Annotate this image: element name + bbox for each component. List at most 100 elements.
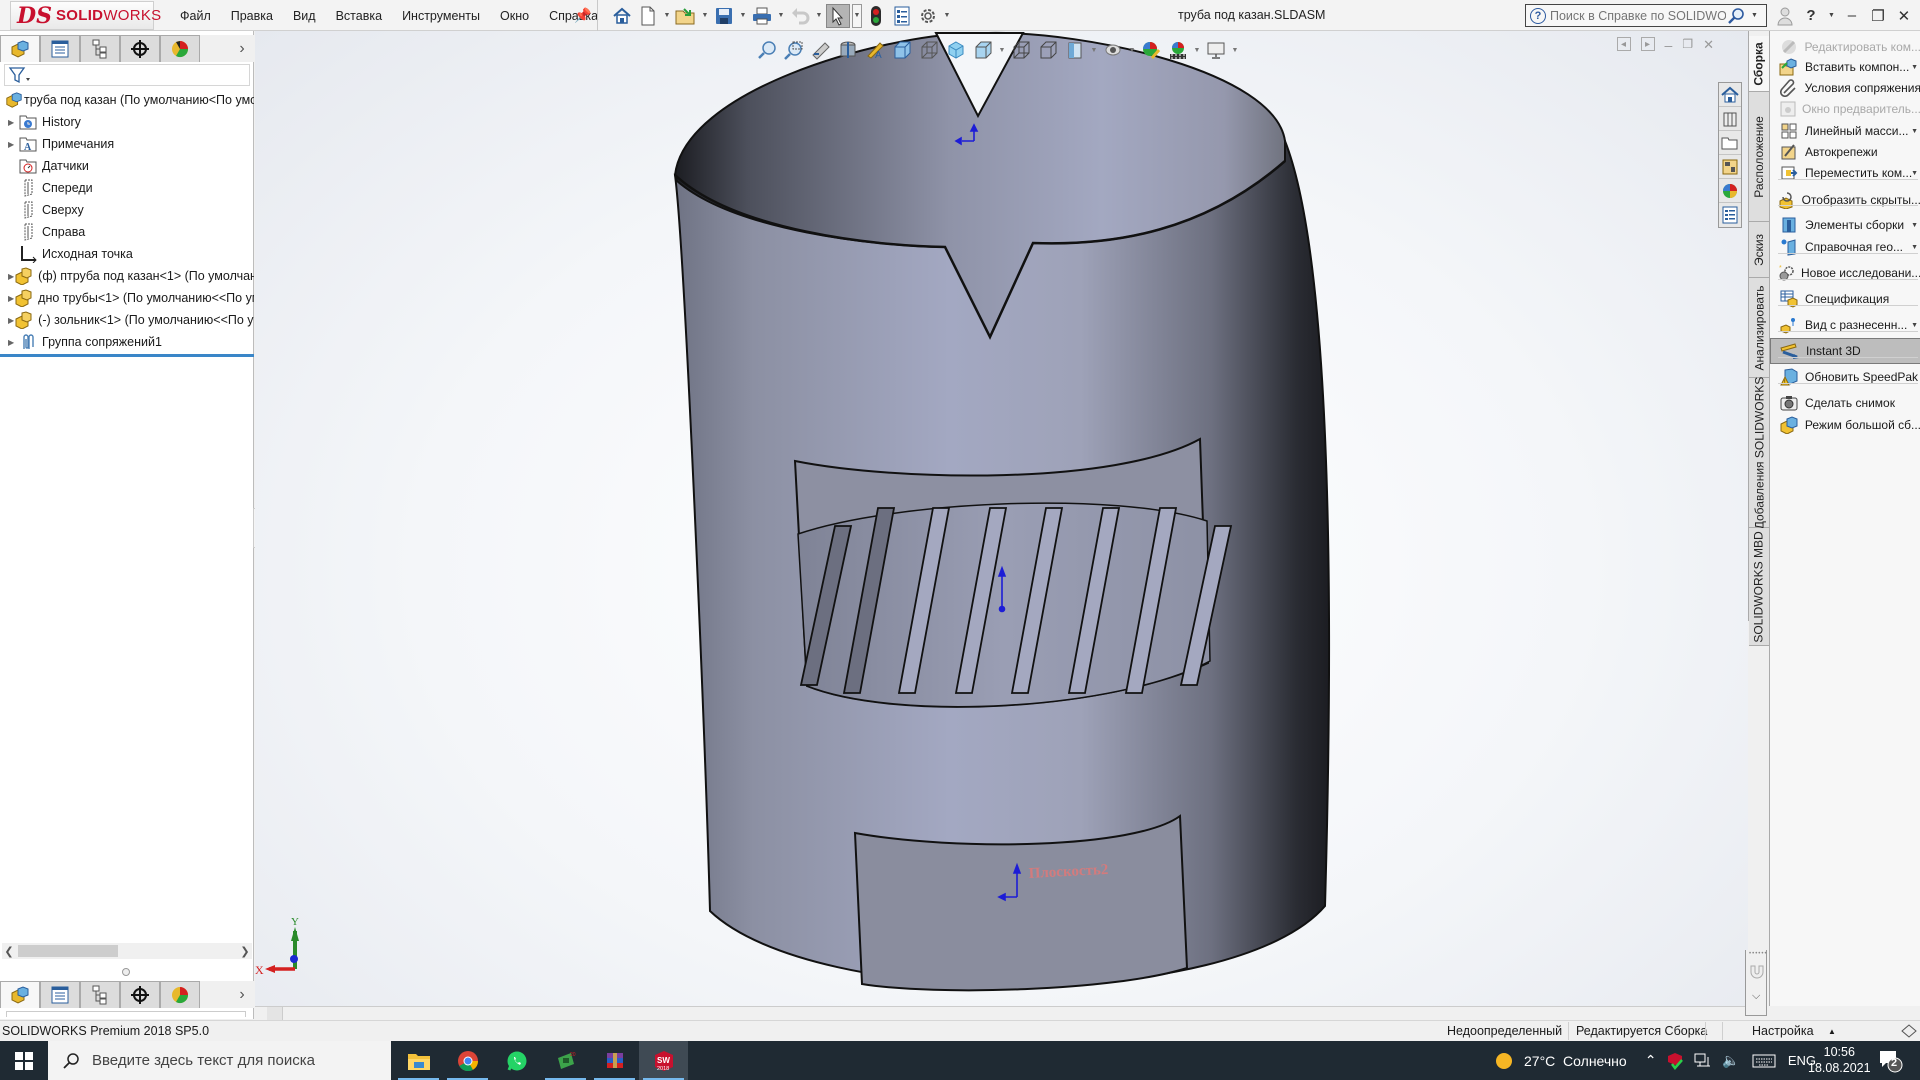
viewport-restore-icon[interactable]: ❐ xyxy=(1682,37,1693,53)
tree-item[interactable]: Спереди xyxy=(0,177,254,199)
action-center-button[interactable]: 2 xyxy=(1878,1049,1904,1076)
tree-item[interactable]: ▶(ф) птруба под казан<1> (По умолчанию<<… xyxy=(0,265,254,287)
start-button[interactable] xyxy=(0,1041,48,1080)
undo-icon[interactable] xyxy=(788,4,812,28)
next-viewport-icon[interactable]: ▸ xyxy=(1640,37,1655,51)
appearance-dropdown-arrow[interactable]: ▼ xyxy=(1090,47,1098,54)
view-settings-dropdown-arrow[interactable]: ▼ xyxy=(1231,47,1239,54)
appearances-scenes-icon[interactable] xyxy=(1719,179,1741,203)
wireframe-icon[interactable] xyxy=(1009,38,1033,62)
tree-item[interactable]: Исходная точка xyxy=(0,243,254,265)
feature-manager-tab[interactable] xyxy=(0,35,40,62)
section-view-icon[interactable] xyxy=(836,38,860,62)
tab-layout[interactable]: Расположение xyxy=(1749,92,1769,222)
tab-solidworks-addins[interactable]: Добавления SOLIDWORKS xyxy=(1749,376,1769,529)
bottom-dimxpert-tab[interactable] xyxy=(120,981,160,1008)
scroll-right-icon[interactable]: ❯ xyxy=(238,945,252,958)
hide-show-dropdown-arrow[interactable]: ▼ xyxy=(998,47,1006,54)
close-icon[interactable]: ✕ xyxy=(1895,7,1913,25)
search-dropdown-arrow[interactable]: ▼ xyxy=(1751,12,1758,19)
taskbar-kompas[interactable]: 20 xyxy=(541,1041,590,1080)
bottom-property-manager-tab[interactable] xyxy=(40,981,80,1008)
expand-arrow-icon[interactable]: ▶ xyxy=(8,338,18,347)
command-dropdown-arrow[interactable]: ▼ xyxy=(1911,322,1918,329)
menu-insert[interactable]: Вставка xyxy=(326,9,392,23)
previous-viewport-icon[interactable]: ◂ xyxy=(1616,37,1631,51)
command-dropdown-arrow[interactable]: ▼ xyxy=(1911,64,1918,71)
tree-item[interactable]: Датчики xyxy=(0,155,254,177)
solidworks-resources-home-icon[interactable] xyxy=(1719,83,1741,107)
rebuild-traffic-light-icon[interactable] xyxy=(864,4,888,28)
minimize-icon[interactable]: – xyxy=(1843,7,1861,24)
tree-rollback-bar[interactable] xyxy=(0,354,254,357)
select-pointer-icon[interactable] xyxy=(826,3,850,28)
configuration-manager-tab[interactable] xyxy=(80,35,120,62)
tree-filter-bar[interactable] xyxy=(4,64,250,86)
model-view-tab-handle[interactable] xyxy=(267,1007,283,1020)
command-dropdown-arrow[interactable]: ▼ xyxy=(1911,222,1918,229)
custom-properties-icon[interactable] xyxy=(1719,203,1741,227)
bottom-display-manager-tab[interactable] xyxy=(160,981,200,1008)
tree-item[interactable]: Сверху xyxy=(0,199,254,221)
user-account-icon[interactable] xyxy=(1776,6,1794,26)
toolbox-hook-icon[interactable] xyxy=(1748,962,1766,980)
new-dropdown-arrow[interactable]: ▼ xyxy=(662,4,672,28)
command-large-assembly[interactable]: Режим большой сб... xyxy=(1770,412,1920,438)
menu-edit[interactable]: Правка xyxy=(221,9,283,23)
taskbar-solidworks[interactable]: SW 2018 xyxy=(639,1041,688,1080)
command-show-hidden[interactable]: Отобразить скрыты... xyxy=(1770,187,1920,213)
command-new-motion-study[interactable]: * Новое исследовани... xyxy=(1770,260,1920,286)
shaded-cube-icon[interactable] xyxy=(944,38,968,62)
taskbar-whatsapp[interactable] xyxy=(492,1041,541,1080)
restore-icon[interactable]: ❐ xyxy=(1869,7,1887,25)
visibility-eye-icon[interactable] xyxy=(1101,38,1125,62)
file-properties-icon[interactable] xyxy=(890,4,914,28)
viewport-close-icon[interactable]: ✕ xyxy=(1703,37,1714,53)
zoom-to-area-icon[interactable] xyxy=(782,38,806,62)
units-dropdown-arrow[interactable]: ▲ xyxy=(1828,1027,1836,1036)
save-dropdown-arrow[interactable]: ▼ xyxy=(738,4,748,28)
bottom-configuration-manager-tab[interactable] xyxy=(80,981,120,1008)
command-bill-of-materials[interactable]: Спецификация xyxy=(1770,286,1920,312)
weather-sun-icon[interactable] xyxy=(1494,1051,1514,1071)
taskbar-winrar[interactable] xyxy=(590,1041,639,1080)
viewport-minimize-icon[interactable]: – xyxy=(1665,37,1673,53)
scene-dropdown-arrow[interactable]: ▼ xyxy=(1193,47,1201,54)
options-gear-icon[interactable] xyxy=(916,4,940,28)
search-magnifier-icon[interactable] xyxy=(1726,7,1748,25)
solidworks-tray-icon[interactable] xyxy=(1666,1052,1684,1070)
undo-dropdown-arrow[interactable]: ▼ xyxy=(814,4,824,28)
units-system-button[interactable]: Настройка xyxy=(1752,1024,1814,1038)
taskbar-file-explorer[interactable] xyxy=(394,1041,443,1080)
help-dropdown-arrow[interactable]: ▼ xyxy=(1828,12,1835,19)
hide-show-items-icon[interactable] xyxy=(971,38,995,62)
view-settings-monitor-icon[interactable] xyxy=(1204,38,1228,62)
hidden-lines-icon[interactable] xyxy=(1036,38,1060,62)
tree-item[interactable]: Справа xyxy=(0,221,254,243)
help-search-input[interactable] xyxy=(1550,8,1726,23)
command-instant3d[interactable]: Instant 3D xyxy=(1770,338,1920,364)
volume-icon[interactable]: 🔈 xyxy=(1722,1052,1739,1069)
touch-keyboard-icon[interactable] xyxy=(1752,1054,1776,1068)
rebuild-status-icon[interactable] xyxy=(1900,1023,1918,1039)
scroll-left-icon[interactable]: ❮ xyxy=(2,945,16,958)
view-palette-icon[interactable] xyxy=(1719,155,1741,179)
menu-view[interactable]: Вид xyxy=(283,9,326,23)
network-icon[interactable] xyxy=(1694,1053,1712,1069)
tab-assembly[interactable]: Сборка xyxy=(1749,36,1769,92)
save-icon[interactable] xyxy=(712,4,736,28)
display-manager-tab[interactable] xyxy=(160,35,200,62)
command-reference-geometry[interactable]: Справочная гео... ▼ xyxy=(1770,234,1920,260)
menu-window[interactable]: Окно xyxy=(490,9,539,23)
tabs-scroll-right-icon[interactable]: › xyxy=(230,35,254,62)
property-manager-tab[interactable] xyxy=(40,35,80,62)
taskbar-chrome[interactable] xyxy=(443,1041,492,1080)
zoom-to-fit-icon[interactable] xyxy=(755,38,779,62)
command-dropdown-arrow[interactable]: ▼ xyxy=(1911,128,1918,135)
command-move-component[interactable]: Переместить ком... ▼ xyxy=(1770,160,1920,186)
weather-text[interactable]: 27°C Солнечно xyxy=(1524,1053,1627,1069)
new-document-icon[interactable] xyxy=(636,4,660,28)
command-dropdown-arrow[interactable]: ▼ xyxy=(1911,244,1918,251)
panel-splitter-handle[interactable] xyxy=(122,968,130,976)
bottom-tabs-scroll-right-icon[interactable]: › xyxy=(230,981,254,1008)
